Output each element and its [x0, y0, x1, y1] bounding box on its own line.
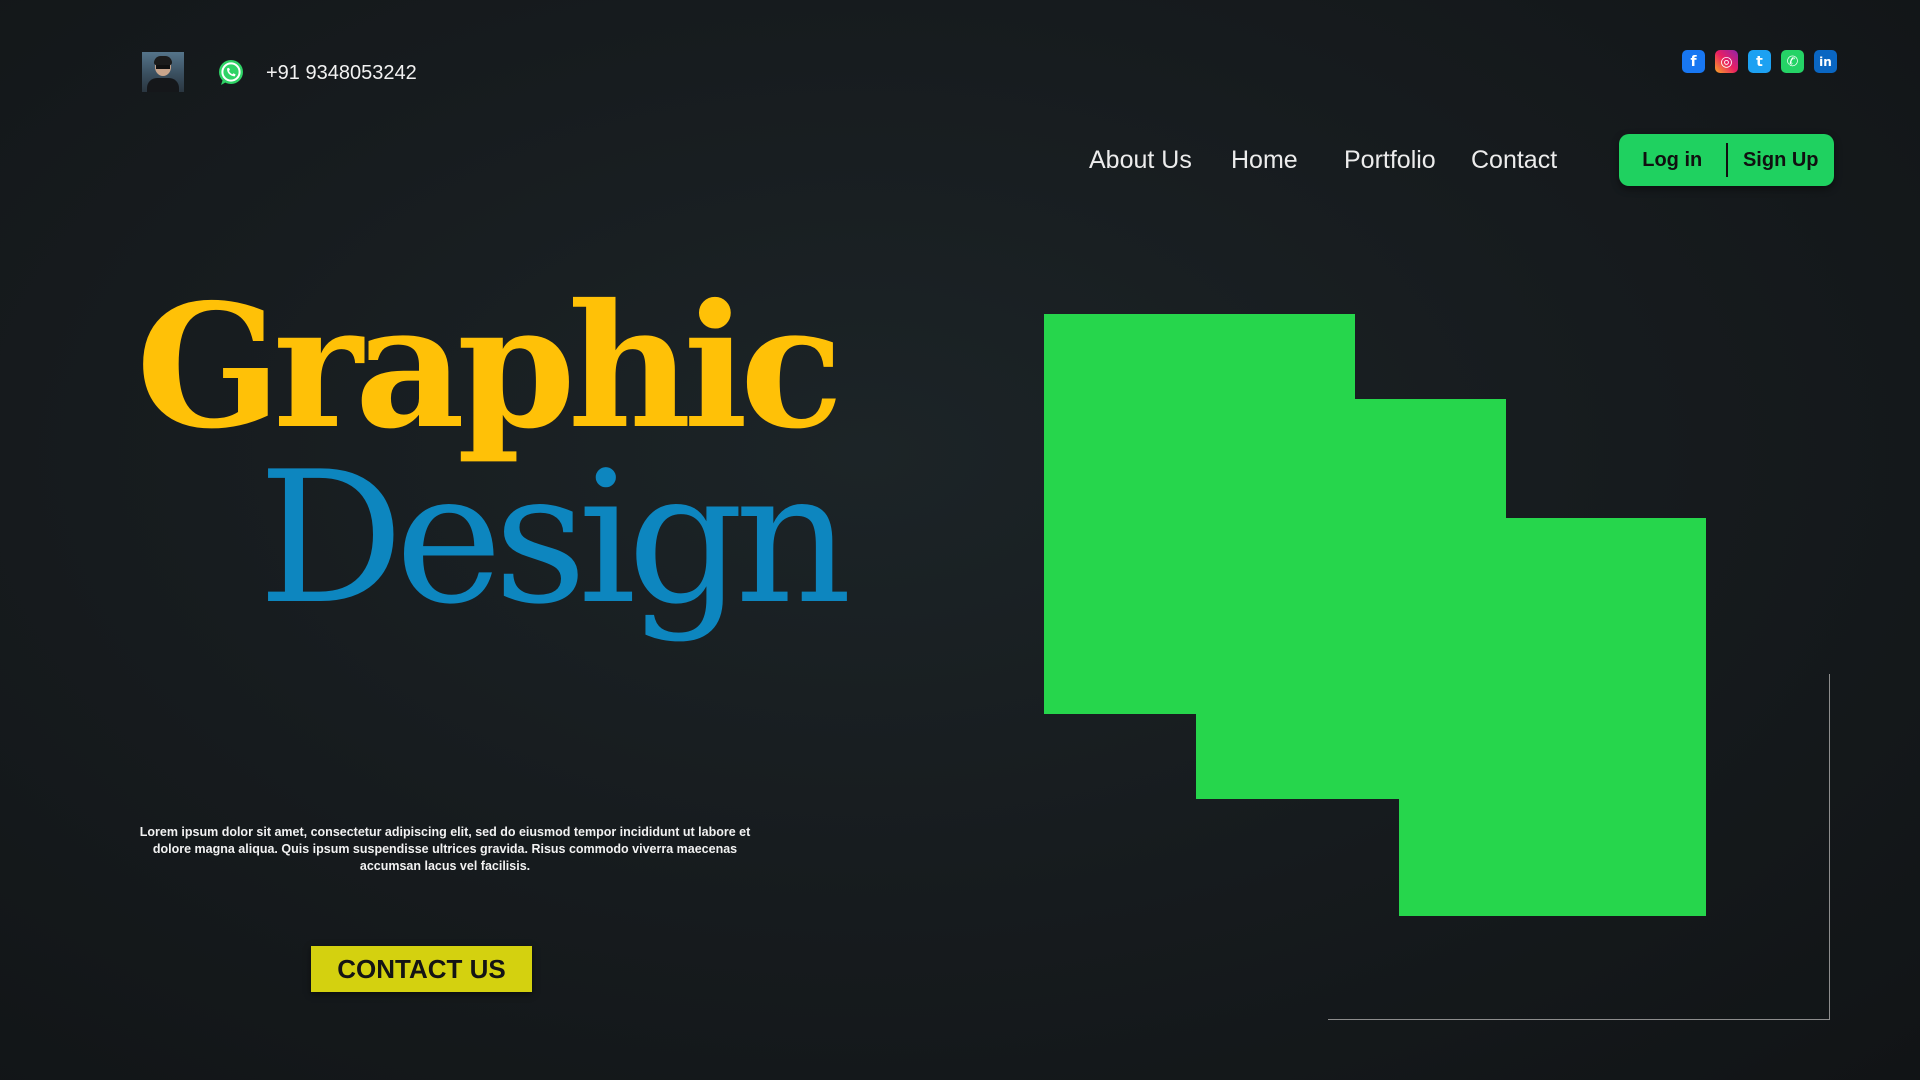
whatsapp-icon[interactable] — [216, 58, 246, 88]
nav-home[interactable]: Home — [1231, 143, 1298, 177]
auth-buttons: Log in Sign Up — [1619, 134, 1834, 186]
phone-number[interactable]: +91 9348053242 — [266, 61, 417, 85]
hero-description: Lorem ipsum dolor sit amet, consectetur … — [139, 825, 751, 873]
nav-contact[interactable]: Contact — [1471, 143, 1557, 177]
hero-green-shape — [1044, 314, 1706, 916]
green-stepped-polygon — [1044, 314, 1706, 916]
avatar-hair — [154, 56, 172, 65]
login-button[interactable]: Log in — [1619, 134, 1726, 186]
contact-us-button[interactable]: CONTACT US — [311, 946, 532, 992]
nav-portfolio[interactable]: Portfolio — [1344, 143, 1436, 177]
avatar — [142, 52, 184, 92]
whatsapp-icon[interactable]: ✆ — [1781, 50, 1804, 73]
twitter-icon[interactable]: t — [1748, 50, 1771, 73]
social-links: f ◎ t ✆ in — [1682, 50, 1837, 73]
linkedin-icon[interactable]: in — [1814, 50, 1837, 73]
hero-title-line2: Design — [258, 432, 852, 644]
avatar-sunglasses — [156, 65, 170, 69]
frame-line-horizontal — [1328, 1019, 1830, 1020]
avatar-body — [147, 78, 179, 92]
instagram-icon[interactable]: ◎ — [1715, 50, 1738, 73]
nav-about-us[interactable]: About Us — [1089, 143, 1192, 177]
facebook-icon[interactable]: f — [1682, 50, 1705, 73]
frame-line-vertical — [1829, 674, 1830, 1020]
signup-button[interactable]: Sign Up — [1728, 134, 1835, 186]
